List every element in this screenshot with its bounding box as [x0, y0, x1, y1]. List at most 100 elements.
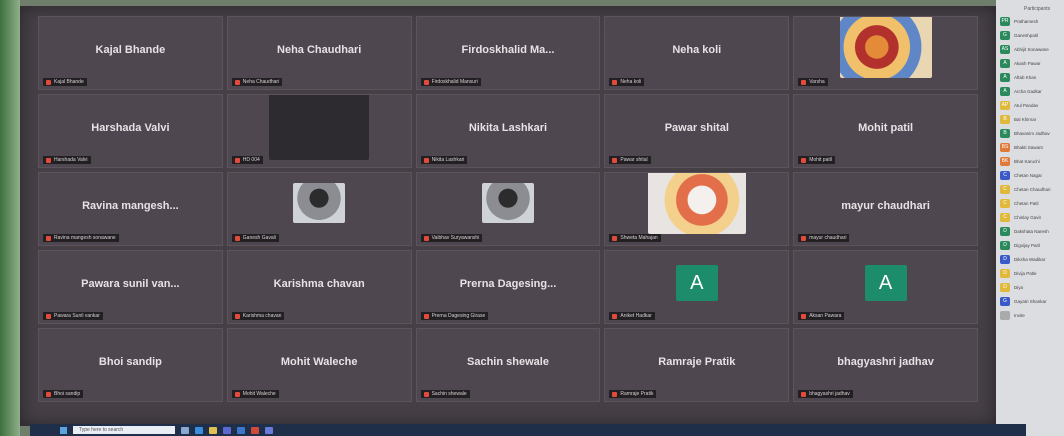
- participant-list-avatar: BK: [1000, 156, 1010, 166]
- participant-tile[interactable]: Firdoskhalid Ma... Firdoskhalid Mansuri: [415, 16, 601, 90]
- participant-list-item[interactable]: A Archa Gadkar: [996, 84, 1064, 98]
- participant-label-text: Mohit Waleche: [242, 391, 276, 397]
- participant-tile[interactable]: Pawar shital Pawar shital: [604, 94, 790, 168]
- participant-tile[interactable]: A Aksan Pawara: [793, 250, 978, 324]
- participants-list: PR Prathamesh G Ganeshpatil AS Abhijit Sonawa…: [996, 14, 1064, 322]
- participant-list-item[interactable]: A Akash Pawar: [996, 56, 1064, 70]
- participant-tile[interactable]: Ravina mangesh... Ravina mangesh sonawane: [38, 172, 223, 246]
- participant-display-name: Firdoskhalid Ma...: [461, 44, 555, 57]
- participant-list-name: Abhijit Sonawane: [1014, 46, 1049, 52]
- participant-grid: Kajal Bhande Kajal Bhande Neha Chaudhari Ne…: [38, 16, 978, 402]
- participant-list-item[interactable]: Invite: [996, 308, 1064, 322]
- muted-mic-icon: [46, 391, 51, 397]
- participant-tile[interactable]: Kajal Bhande Kajal Bhande: [38, 16, 223, 90]
- participant-tile[interactable]: Neha koli Neha koli: [604, 16, 790, 90]
- participant-label-text: Karishma chavan: [242, 313, 282, 319]
- participant-list-avatar: D: [1000, 268, 1010, 278]
- windows-start-icon[interactable]: [60, 426, 67, 434]
- participant-list-item[interactable]: BK Bhat Karuchi: [996, 154, 1064, 168]
- participant-display-name: Bhoi sandip: [98, 356, 162, 369]
- participant-list-avatar: B: [1000, 128, 1010, 138]
- participant-list-item[interactable]: D Diya: [996, 280, 1064, 294]
- participant-tile[interactable]: A Aniket Hadkar: [604, 250, 790, 324]
- participant-tile[interactable]: Vaibhav Suryawanshi: [415, 172, 601, 246]
- participant-tile[interactable]: Nikita Lashkari Nikita Lashkari: [415, 94, 601, 168]
- participant-list-item[interactable]: AP Atul Pandav: [996, 98, 1064, 112]
- participant-display-name: Pawara sunil van...: [81, 278, 180, 291]
- participant-name-label: Bhoi sandip: [43, 390, 84, 398]
- participant-tile[interactable]: Varsha: [793, 16, 978, 90]
- file-explorer-icon[interactable]: [209, 426, 217, 434]
- participant-list-item[interactable]: D Digvijay Patil: [996, 238, 1064, 252]
- participant-label-text: bhagyashri jadhav: [809, 391, 850, 397]
- participant-list-name: Chetan Nagar: [1014, 172, 1043, 178]
- participant-tile[interactable]: Prerna Dagesing... Prerna Dagesing Girase: [415, 250, 601, 324]
- participant-tile[interactable]: Harshada Valvi Harshada Valvi: [38, 94, 223, 168]
- participant-label-text: Firdoskhalid Mansuri: [431, 79, 478, 85]
- participant-label-text: Prerna Dagesing Girase: [431, 313, 486, 319]
- participant-list-name: Ganeshpatil: [1014, 32, 1039, 38]
- participant-tile[interactable]: HD 004: [226, 94, 412, 168]
- taskbar-search-input[interactable]: Type here to search: [73, 426, 175, 434]
- participant-label-text: Neha Chaudhari: [242, 79, 280, 85]
- muted-mic-icon: [234, 391, 240, 397]
- participant-list-item[interactable]: C Chinlay Gavit: [996, 210, 1064, 224]
- participant-list-name: Prathamesh: [1014, 18, 1039, 24]
- participant-list-item[interactable]: BS Bhakti Sawant: [996, 140, 1064, 154]
- participant-list-item[interactable]: PR Prathamesh: [996, 14, 1064, 28]
- store-icon[interactable]: [223, 426, 231, 434]
- participant-label-text: Mohit patil: [809, 157, 832, 163]
- participant-video-image: [269, 95, 370, 161]
- participant-avatar: A: [864, 265, 907, 302]
- participant-list-name: Dakshata Naresh: [1014, 228, 1049, 234]
- participant-list-name: Bhakti Sawant: [1014, 144, 1043, 150]
- participant-list-item[interactable]: D Divija Patle: [996, 266, 1064, 280]
- task-view-icon[interactable]: [181, 426, 189, 434]
- participant-list-item[interactable]: B Bhavanim Jadhav: [996, 126, 1064, 140]
- participant-list-item[interactable]: D Diksha Wadikar: [996, 252, 1064, 266]
- participant-list-item[interactable]: AS Abhijit Sonawane: [996, 42, 1064, 56]
- participant-tile[interactable]: Karishma chavan Karishma chavan: [226, 250, 412, 324]
- participant-list-item[interactable]: C Chetan Chaudhari: [996, 182, 1064, 196]
- participant-list-avatar: [1000, 310, 1010, 320]
- participant-tile[interactable]: Bhoi sandip Bhoi sandip: [38, 328, 223, 402]
- muted-mic-icon: [612, 313, 618, 319]
- participant-list-item[interactable]: A Aftab Khan: [996, 70, 1064, 84]
- participant-tile[interactable]: Sachin shewale Sachin shewale: [415, 328, 601, 402]
- muted-mic-icon: [46, 79, 51, 85]
- participant-list-item[interactable]: C Chetan Nagar: [996, 168, 1064, 182]
- participant-tile[interactable]: Mohit Waleche Mohit Waleche: [226, 328, 412, 402]
- participant-list-item[interactable]: B Bal Khirnar: [996, 112, 1064, 126]
- participant-list-avatar: C: [1000, 198, 1010, 208]
- chrome-icon[interactable]: [251, 426, 259, 434]
- participant-name-label: Karishma chavan: [231, 312, 285, 320]
- participant-tile[interactable]: mayur chaudhari mayur chaudhari: [793, 172, 978, 246]
- participant-list-name: Diya: [1014, 284, 1024, 290]
- participant-list-item[interactable]: G Gayatri Shankar: [996, 294, 1064, 308]
- participant-list-item[interactable]: C Chetan Patil: [996, 196, 1064, 210]
- participant-label-text: Ramraje Pratik: [620, 391, 654, 397]
- participant-tile[interactable]: Pawara sunil van... Pawara Sunil vankar: [38, 250, 223, 324]
- muted-mic-icon: [612, 235, 618, 241]
- participant-label-text: Sachin shewale: [431, 391, 467, 397]
- participant-display-name: Ramraje Pratik: [658, 356, 736, 369]
- meeting-app-icon[interactable]: [265, 426, 273, 434]
- edge-icon[interactable]: [195, 426, 203, 434]
- participant-tile[interactable]: Ramraje Pratik Ramraje Pratik: [604, 328, 790, 402]
- participant-tile[interactable]: bhagyashri jadhav bhagyashri jadhav: [793, 328, 978, 402]
- participant-name-label: Aniket Hadkar: [609, 312, 655, 320]
- muted-mic-icon: [423, 157, 429, 163]
- participant-name-label: Neha koli: [609, 78, 645, 86]
- participant-list-name: Gayatri Shankar: [1014, 298, 1047, 304]
- participant-tile[interactable]: Shweta Mahajan: [604, 172, 790, 246]
- participant-label-text: Neha koli: [620, 79, 642, 85]
- participant-tile[interactable]: Mohit patil Mohit patil: [793, 94, 978, 168]
- participant-tile[interactable]: Neha Chaudhari Neha Chaudhari: [226, 16, 412, 90]
- mail-icon[interactable]: [237, 426, 245, 434]
- participant-list-name: Atul Pandav: [1014, 102, 1039, 108]
- participant-label-text: mayur chaudhari: [809, 235, 847, 241]
- participant-list-item[interactable]: G Ganeshpatil: [996, 28, 1064, 42]
- participant-tile[interactable]: Ganesh Gavali: [226, 172, 412, 246]
- participant-list-item[interactable]: D Dakshata Naresh: [996, 224, 1064, 238]
- participant-label-text: Aniket Hadkar: [620, 313, 652, 319]
